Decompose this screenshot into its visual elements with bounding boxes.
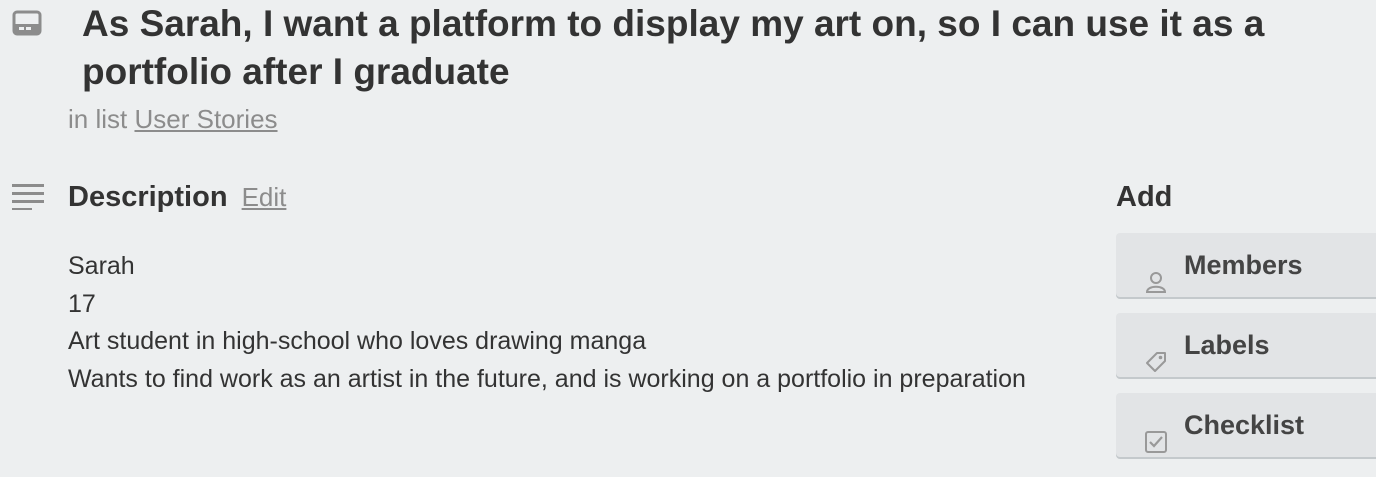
description-line: Art student in high-school who loves dra… (68, 327, 647, 355)
description-icon (12, 182, 44, 210)
add-heading: Add (1116, 181, 1173, 213)
person-icon (1144, 253, 1168, 293)
description-heading: Description Edit (68, 178, 286, 216)
members-button-label: Members (1184, 250, 1303, 280)
tag-icon (1144, 333, 1168, 372)
description-line: Wants to find work as an artist in the f… (68, 364, 1026, 393)
description-line: 17 (68, 289, 96, 318)
description-body[interactable]: Sarah 17 Art student in high-school who … (68, 248, 1068, 398)
checkbox-icon (1144, 413, 1168, 453)
card-title[interactable]: As Sarah, I want a platform to display m… (82, 0, 1372, 96)
checklist-button[interactable]: Checklist (1116, 393, 1376, 457)
labels-button[interactable]: Labels (1116, 313, 1376, 377)
list-link[interactable]: User Stories (134, 104, 277, 134)
card-icon (12, 10, 42, 36)
in-list-prefix: in list (68, 104, 128, 134)
description-title: Description (68, 181, 228, 213)
description-edit-link[interactable]: Edit (242, 182, 287, 212)
in-list-text: in list User Stories (68, 102, 278, 136)
checklist-button-label: Checklist (1184, 410, 1305, 440)
members-button[interactable]: Members (1116, 233, 1376, 297)
labels-button-label: Labels (1184, 330, 1270, 360)
description-line: Sarah (68, 252, 135, 280)
